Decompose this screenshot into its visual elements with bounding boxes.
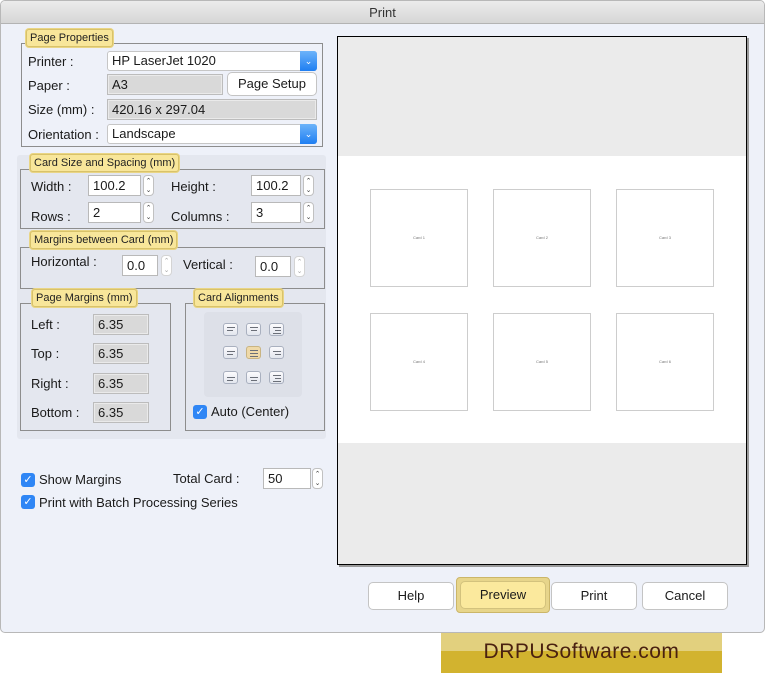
orientation-label: Orientation : bbox=[28, 127, 99, 142]
preview-card: Card 5 bbox=[493, 313, 591, 411]
horizontal-input[interactable]: 0.0 bbox=[122, 255, 158, 276]
align-middle-right-button[interactable] bbox=[269, 346, 284, 359]
rows-label: Rows : bbox=[31, 209, 71, 224]
margins-between-legend: Margins between Card (mm) bbox=[30, 231, 178, 249]
preview-card: Card 6 bbox=[616, 313, 714, 411]
title-bar: Print bbox=[1, 1, 764, 24]
preview-card: Card 1 bbox=[370, 189, 468, 287]
checkmark-icon: ✓ bbox=[195, 406, 205, 418]
vertical-stepper[interactable]: ⌃ ⌄ bbox=[294, 256, 305, 277]
cancel-button[interactable]: Cancel bbox=[642, 582, 728, 610]
align-top-right-button[interactable] bbox=[269, 323, 284, 336]
width-stepper[interactable]: ⌃ ⌄ bbox=[143, 175, 154, 196]
page-setup-button[interactable]: Page Setup bbox=[227, 72, 317, 96]
paper-field: A3 bbox=[107, 74, 223, 95]
right-margin-label: Right : bbox=[31, 376, 69, 391]
height-input[interactable]: 100.2 bbox=[251, 175, 301, 196]
columns-input[interactable]: 3 bbox=[251, 202, 301, 223]
chevron-down-icon: ⌄ bbox=[300, 124, 317, 144]
align-top-left-button[interactable] bbox=[223, 323, 238, 336]
align-top-center-button[interactable] bbox=[246, 323, 261, 336]
total-card-stepper[interactable]: ⌃ ⌄ bbox=[312, 468, 323, 489]
size-label: Size (mm) : bbox=[28, 102, 95, 117]
bottom-margin-label: Bottom : bbox=[31, 405, 80, 420]
orientation-value: Landscape bbox=[112, 126, 176, 141]
top-margin-label: Top : bbox=[31, 346, 60, 361]
show-margins-checkbox[interactable]: ✓ bbox=[21, 473, 35, 487]
total-card-label: Total Card : bbox=[173, 471, 240, 486]
batch-processing-label: Print with Batch Processing Series bbox=[39, 495, 238, 510]
brand-watermark: DRPUSoftware.com bbox=[441, 633, 722, 673]
left-margin-field: 6.35 bbox=[93, 314, 149, 335]
window-title: Print bbox=[369, 5, 396, 20]
horizontal-label: Horizontal : bbox=[31, 254, 97, 269]
columns-stepper[interactable]: ⌃ ⌄ bbox=[303, 202, 314, 223]
rows-stepper[interactable]: ⌃ ⌄ bbox=[143, 202, 154, 223]
printer-label: Printer : bbox=[28, 54, 74, 69]
page-properties-legend: Page Properties bbox=[26, 29, 113, 47]
preview-card: Card 3 bbox=[616, 189, 714, 287]
align-bottom-center-button[interactable] bbox=[246, 371, 261, 384]
size-field: 420.16 x 297.04 bbox=[107, 99, 317, 120]
align-bottom-left-button[interactable] bbox=[223, 371, 238, 384]
checkmark-icon: ✓ bbox=[23, 496, 33, 508]
preview-card: Card 4 bbox=[370, 313, 468, 411]
orientation-select[interactable]: Landscape ⌄ bbox=[107, 124, 317, 144]
left-margin-label: Left : bbox=[31, 317, 60, 332]
vertical-input[interactable]: 0.0 bbox=[255, 256, 291, 277]
chevron-down-icon: ⌄ bbox=[300, 51, 317, 71]
print-button[interactable]: Print bbox=[551, 582, 637, 610]
top-margin-field: 6.35 bbox=[93, 343, 149, 364]
bottom-margin-field: 6.35 bbox=[93, 402, 149, 423]
height-label: Height : bbox=[171, 179, 216, 194]
rows-input[interactable]: 2 bbox=[88, 202, 141, 223]
card-size-legend: Card Size and Spacing (mm) bbox=[30, 154, 180, 172]
batch-processing-checkbox[interactable]: ✓ bbox=[21, 495, 35, 509]
printer-value: HP LaserJet 1020 bbox=[112, 53, 216, 68]
paper-label: Paper : bbox=[28, 78, 70, 93]
auto-center-checkbox[interactable]: ✓ bbox=[193, 405, 207, 419]
help-button[interactable]: Help bbox=[368, 582, 454, 610]
align-middle-center-button[interactable] bbox=[246, 346, 261, 359]
total-card-input[interactable]: 50 bbox=[263, 468, 311, 489]
horizontal-stepper[interactable]: ⌃ ⌄ bbox=[161, 255, 172, 276]
alignment-grid bbox=[204, 312, 302, 397]
right-margin-field: 6.35 bbox=[93, 373, 149, 394]
preview-button[interactable]: Preview bbox=[460, 581, 546, 609]
printer-select[interactable]: HP LaserJet 1020 ⌄ bbox=[107, 51, 317, 71]
checkmark-icon: ✓ bbox=[23, 474, 33, 486]
preview-card: Card 2 bbox=[493, 189, 591, 287]
preview-page: Card 1 Card 2 Card 3 Card 4 Card 5 Card 6 bbox=[338, 156, 746, 443]
width-input[interactable]: 100.2 bbox=[88, 175, 141, 196]
show-margins-label: Show Margins bbox=[39, 472, 122, 487]
vertical-label: Vertical : bbox=[183, 257, 233, 272]
columns-label: Columns : bbox=[171, 209, 230, 224]
height-stepper[interactable]: ⌃ ⌄ bbox=[303, 175, 314, 196]
auto-center-label: Auto (Center) bbox=[211, 404, 290, 419]
align-middle-left-button[interactable] bbox=[223, 346, 238, 359]
print-dialog: Print Page Properties Printer : HP Laser… bbox=[0, 0, 765, 633]
width-label: Width : bbox=[31, 179, 72, 194]
align-bottom-right-button[interactable] bbox=[269, 371, 284, 384]
print-preview-pane: Card 1 Card 2 Card 3 Card 4 Card 5 Card 6 bbox=[337, 36, 747, 565]
page-margins-legend: Page Margins (mm) bbox=[32, 289, 137, 307]
card-alignments-legend: Card Alignments bbox=[194, 289, 283, 307]
